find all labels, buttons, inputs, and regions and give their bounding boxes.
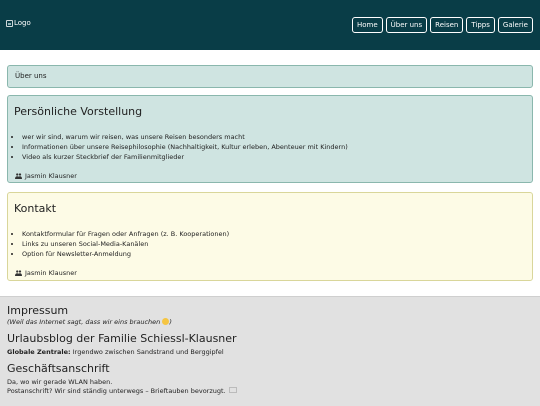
list-item: wer wir sind, warum wir reisen, was unse…: [22, 132, 532, 142]
contact-card: Kontakt Kontaktformular für Fragen oder …: [7, 192, 533, 281]
people-icon: [15, 270, 22, 276]
address-line-2: Postanschrift? Wir sind ständig unterweg…: [7, 387, 226, 395]
main-nav: Home Über uns Reisen Tipps Galerie: [351, 17, 533, 33]
image-placeholder-icon: [6, 19, 13, 27]
nav-travel-button[interactable]: Reisen: [430, 17, 464, 33]
impressum-title: Impressum: [7, 304, 69, 317]
hq-label: Globale Zentrale:: [7, 348, 71, 356]
about-bar-label: Über uns: [15, 72, 47, 80]
logo[interactable]: Logo: [6, 19, 31, 27]
about-bar: Über uns: [7, 65, 533, 88]
address-line-1: Da, wo wir gerade WLAN haben.: [7, 378, 113, 386]
hq-value: Irgendwo zwischen Sandstrand und Berggip…: [72, 348, 224, 356]
contact-author: Jasmin Klausner: [15, 269, 532, 277]
intro-author: Jasmin Klausner: [15, 172, 532, 180]
list-item: Informationen über unsere Reisephilosoph…: [22, 142, 532, 152]
list-item: Option für Newsletter-Anmeldung: [22, 249, 532, 259]
footer: Impressum (Weil das Internet sagt, dass …: [0, 296, 540, 406]
impressum-note: (Weil das Internet sagt, dass wir eins b…: [7, 318, 540, 327]
blog-title: Urlaubsblog der Familie Schiessl-Klausne…: [7, 332, 237, 345]
contact-title: Kontakt: [14, 202, 57, 215]
logo-text: Logo: [14, 19, 31, 27]
nav-about-button[interactable]: Über uns: [385, 17, 428, 33]
nav-gallery-button[interactable]: Galerie: [497, 17, 533, 33]
people-icon: [15, 173, 22, 179]
image-placeholder-icon: [228, 387, 237, 393]
hq-line: Globale Zentrale: Irgendwo zwischen Sand…: [7, 348, 540, 357]
impressum-note-end: ): [169, 318, 172, 326]
address-title: Geschäftsanschrift: [7, 362, 110, 375]
contact-list: Kontaktformular für Fragen oder Anfragen…: [8, 229, 532, 259]
address-line-2-row: Postanschrift? Wir sind ständig unterweg…: [7, 387, 540, 396]
list-item: Links zu unseren Social-Media-Kanälen: [22, 239, 532, 249]
list-item: Video als kurzer Steckbrief der Familien…: [22, 152, 532, 162]
header-bar: Logo Home Über uns Reisen Tipps Galerie: [0, 0, 540, 50]
nav-home-button[interactable]: Home: [351, 17, 383, 33]
intro-list: wer wir sind, warum wir reisen, was unse…: [8, 132, 532, 162]
author-name: Jasmin Klausner: [25, 172, 77, 180]
impressum-note-text: (Weil das Internet sagt, dass wir eins b…: [7, 318, 161, 326]
nav-tips-button[interactable]: Tipps: [466, 17, 495, 33]
list-item: Kontaktformular für Fragen oder Anfragen…: [22, 229, 532, 239]
author-name: Jasmin Klausner: [25, 269, 77, 277]
intro-title: Persönliche Vorstellung: [14, 105, 143, 118]
intro-card: Persönliche Vorstellung wer wir sind, wa…: [7, 95, 533, 183]
